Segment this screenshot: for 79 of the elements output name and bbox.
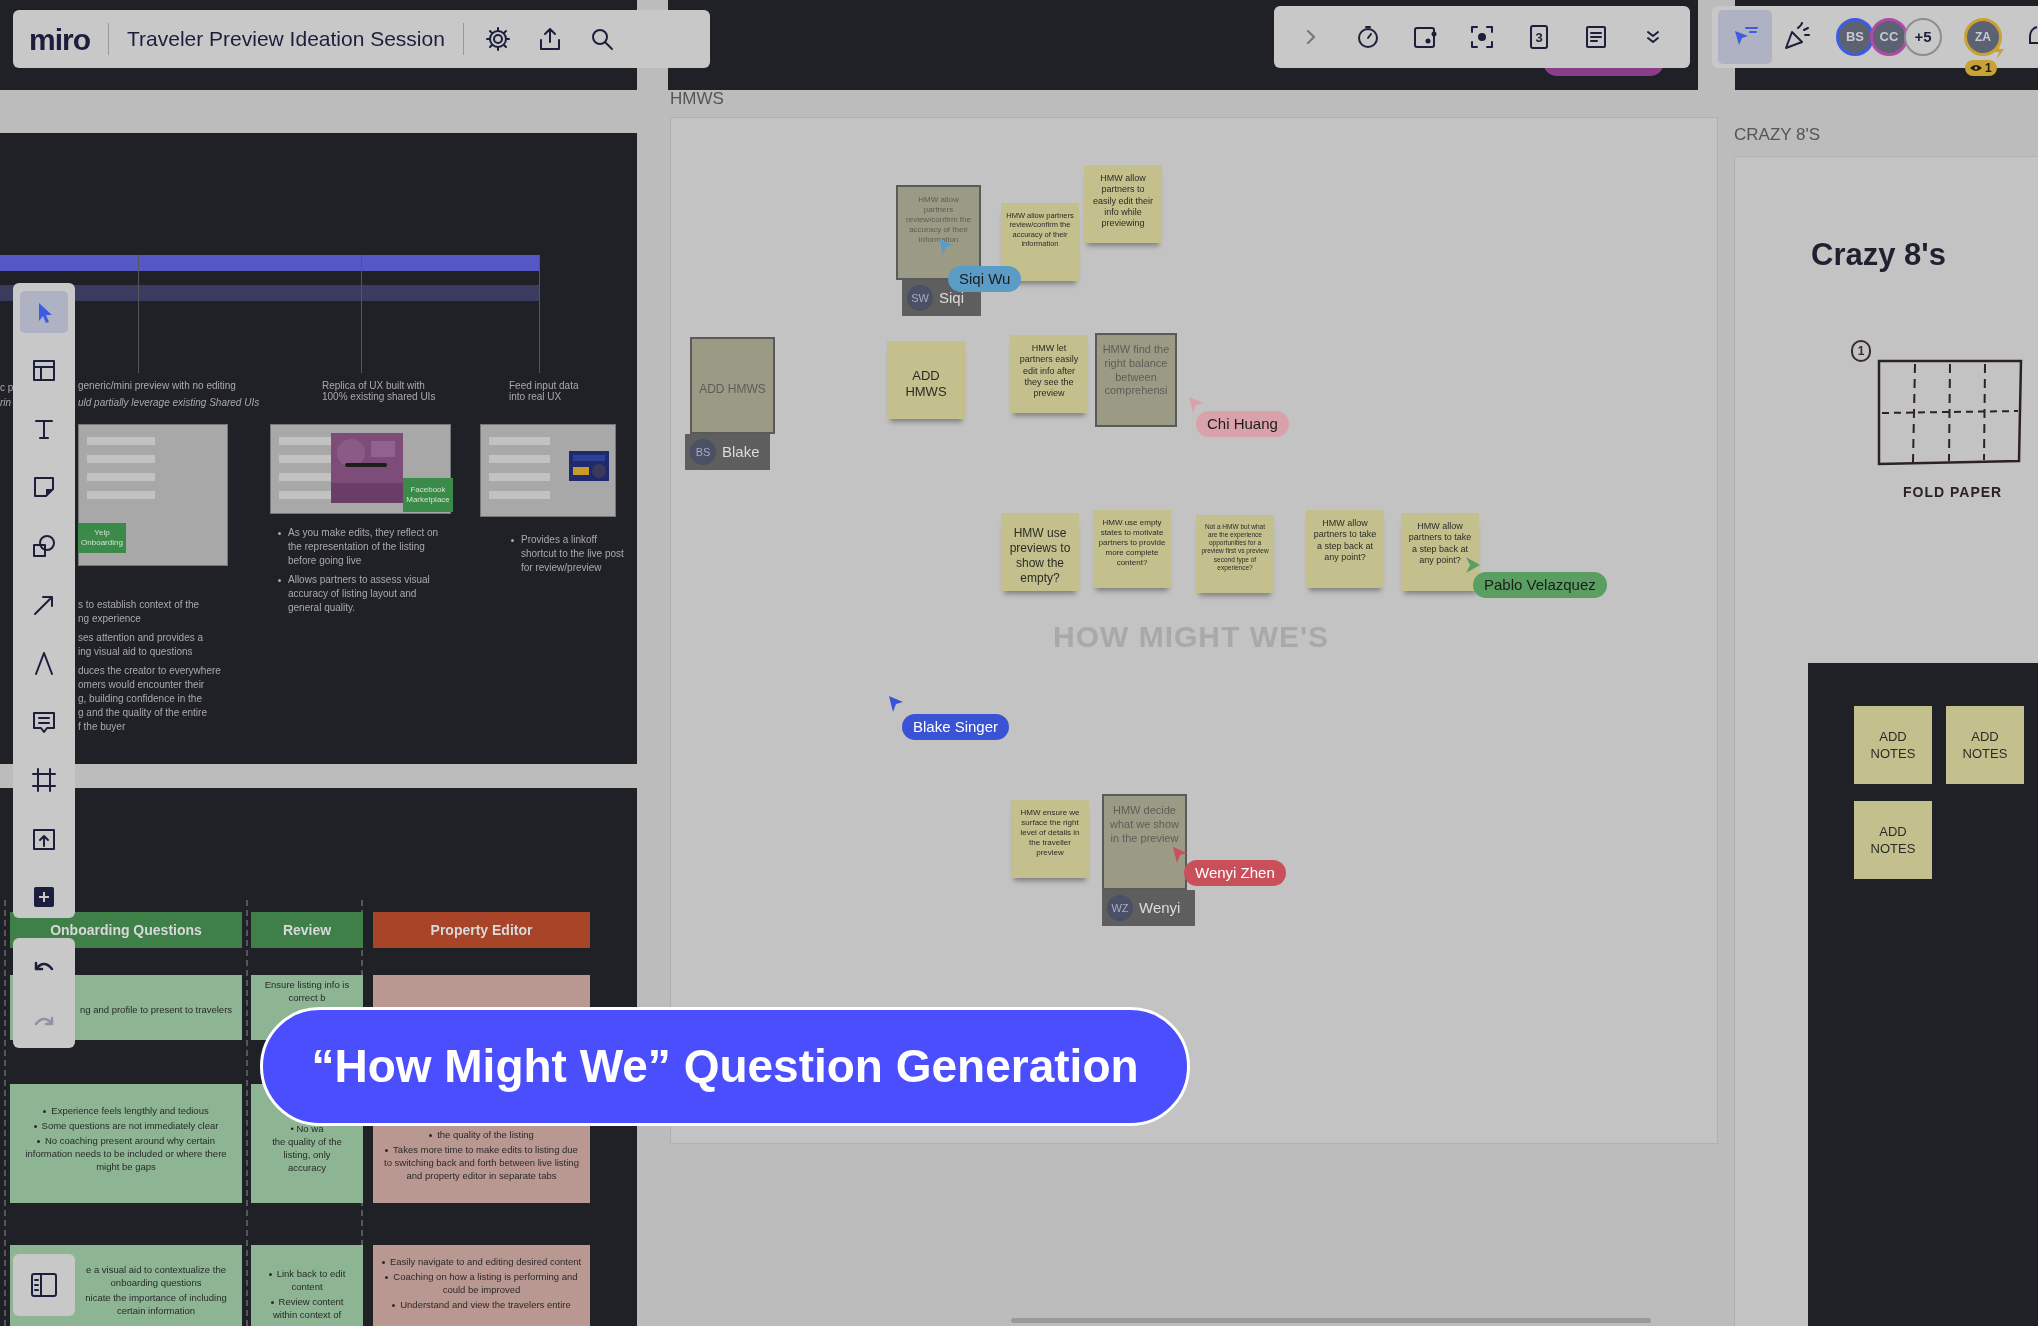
sticky-note: HMW allow partners to take a step back at any point? [1306,510,1384,588]
owner-name: Blake [722,441,760,462]
more-avatars[interactable]: +5 [1904,18,1942,56]
bullet-text: Provides a linkoff shortcut to the live post for review/preview [511,533,631,575]
bullet-text: As you make edits, they reflect on the representation of the listing before going live [278,526,448,568]
caption: uld partially leverage existing Shared UIs [78,396,260,410]
lightning-icon [1993,43,2005,59]
column-header: Property Editor [373,912,590,948]
drawing-caption: FOLD PAPER [1903,483,2003,502]
caption-fragment: rin [0,396,12,410]
avatar[interactable]: BS [1836,18,1874,56]
owner-name: Wenyi [1139,897,1181,918]
bullet-text: Allows partners to assess visual accuracy of listing layout and general quality. [278,573,448,615]
badge: Facebook Marketplace [403,478,453,512]
card-text: No coaching present around why certain information needs to be included or where there might be gaps [24,1134,228,1173]
bullet-text: duces the creator to everywhere omers would encounter their g, building confidence in the g and the quality of the entire f the buyer [78,664,222,734]
card-text: Understand and view the travelers entire [392,1298,571,1311]
sticky-note: ADD NOTES [1854,801,1932,879]
sticky-note: HMW decide what we show in the preview [1102,794,1187,890]
avatar: WZ [1107,895,1133,921]
sidebar-icon [29,1270,59,1300]
cursor-label: Pablo Velazquez [1473,572,1607,598]
card-text: the quality of the listing [429,1128,534,1141]
card-text: Takes more time to make edits to listing due to switching back and forth between live listing and property editor in separate tabs [383,1143,580,1182]
party-popper-icon [1782,22,1812,52]
card-text: Experience feels lengthly and tedious [43,1104,209,1117]
avatar: SW [907,285,933,311]
sticky-note: HMW let partners easily edit info after they see the preview [1010,335,1088,413]
caption: generic/mini preview with no editing [78,380,236,391]
cursor-label: Chi Huang [1196,411,1289,437]
board-heading: Crazy 8's [1811,236,1946,274]
cursor-label: Siqi Wu [948,266,1022,292]
caption-fragment: c p [0,381,14,395]
card-icon [1411,24,1438,50]
avatar[interactable]: CC [1870,18,1908,56]
sticky-note: HMW allow partners to easily edit their info while previewing [1084,165,1162,243]
card-text: Some questions are not immediately clear [33,1119,219,1132]
avatar[interactable]: ZA [1964,18,2002,56]
sticky-note: HMW use previews to show the empty? [1001,513,1079,591]
sticky-note: ADD NOTES [1946,706,2024,784]
templates-icon [31,357,57,384]
chevron-right-icon [1306,30,1315,44]
sticky-note: ADD HMWS [690,337,775,434]
sticky-note: ADD NOTES [1854,706,1932,784]
viewer-count: 1 [1985,60,1992,77]
avatar: BS [690,439,716,465]
logo: miro [28,21,91,58]
card-number-button[interactable]: 3 [1517,15,1562,59]
sticky-note: ADD HMWS [887,341,965,419]
frame-icon [31,767,57,794]
caption: Replica of UX built with 100% existing shared UIs [322,380,436,402]
bullet-text: s to establish context of the ng experience [78,598,201,626]
badge: Yelp Onboarding [78,523,126,553]
sticky-note: HMW find the right balance between comprehensi [1095,333,1177,427]
title-banner: “How Might We” Question Generation [260,1007,1190,1126]
eye-icon [1970,64,1982,72]
step-number: 1 [1851,340,1871,362]
sticky-note: HMW ensure we surface the right level of details in the traveller preview [1011,800,1089,878]
frame-title: CRAZY 8'S [1734,124,1821,146]
sidebar-button[interactable] [13,1254,75,1316]
card-text: Review content within context of [269,1295,345,1321]
board-title[interactable]: Traveler Preview Ideation Session [109,23,463,55]
card-text: nicate the importance of including certain information [84,1291,228,1317]
sticky-note: HMW use empty states to motivate partners to provide more complete content? [1093,510,1171,588]
caption: Feed input data into real UX [509,380,579,402]
column-header: Review [251,912,363,948]
frame-title: HMWS [670,88,724,110]
card-text: Coaching on how a listing is performing and could be improved [381,1270,582,1296]
shapes-icon [31,532,57,559]
sticky-note: HMW allow partners to take a step back at any point? [1401,513,1479,591]
bullet-text: ses attention and provides a ing visual aid to questions [78,631,205,659]
card-text: Link back to edit content [259,1267,355,1293]
card-text: ng and profile to present to travelers [79,1003,233,1016]
focus-icon [1469,24,1495,50]
card-text: Easily navigate to and editing desired content [381,1255,582,1268]
cursor-label: Blake Singer [902,714,1010,740]
card-text: Ensure listing info is correct b [264,978,350,1004]
settings-icon [484,26,511,52]
cursor-label: Wenyi Zhen [1184,860,1286,886]
